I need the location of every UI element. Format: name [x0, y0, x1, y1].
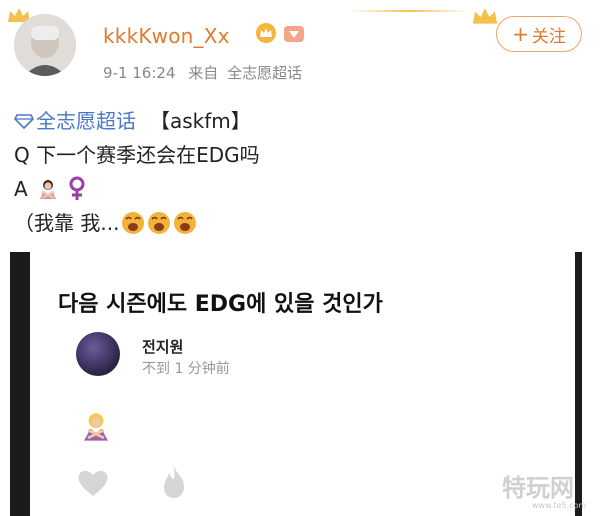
watermark-logo: 特玩网 www.te5.com [502, 474, 586, 510]
username[interactable]: kkkKwon_Xx [103, 24, 230, 48]
askfm-question-title: 다음 시즌에도 EDG에 있을 것인가 [58, 292, 383, 317]
post-timestamp: 9-1 16:24 [103, 64, 176, 82]
askfm-card: 다음 시즌에도 EDG에 있을 것인가 전지원 不到 1 分钟前 [30, 252, 575, 516]
follow-label: 关注 [531, 26, 566, 47]
comment-line: （我靠 我... [14, 211, 120, 235]
super-topic-link[interactable]: 全志愿超话 [14, 104, 136, 138]
heart-icon[interactable] [76, 468, 110, 498]
plus-icon: + [512, 22, 529, 46]
decorative-line [350, 10, 470, 12]
svg-text:www.te5.com: www.te5.com [532, 501, 586, 510]
level-badge-icon[interactable] [283, 24, 305, 44]
question-line: Q 下一个赛季还会在EDG吗 [14, 143, 260, 167]
source-link[interactable]: 全志愿超话 [227, 64, 302, 82]
avatar[interactable] [14, 14, 76, 76]
person-gesturing-no-icon [39, 180, 56, 199]
fire-icon[interactable] [158, 464, 190, 500]
post-meta: 9-1 16:24 来自 全志愿超话 [103, 62, 302, 83]
female-sign-icon [69, 176, 85, 200]
source-prefix: 来自 [188, 64, 219, 82]
embedded-screenshot-card: 다음 시즌에도 EDG에 있을 것인가 전지원 不到 1 分钟前 [10, 252, 582, 516]
askfm-timestamp: 不到 1 分钟前 [142, 361, 230, 377]
super-topic-diamond-icon [14, 114, 34, 129]
super-topic-label: 全志愿超话 [36, 109, 136, 133]
member-crown-icon[interactable] [254, 22, 278, 44]
crown-icon [472, 8, 498, 24]
svg-text:特玩网: 特玩网 [502, 474, 574, 502]
askfm-tag: 【askfm】 [150, 109, 251, 133]
post-body: 全志愿超话 【askfm】 Q 下一个赛季还会在EDG吗 A （我靠 我... [14, 104, 260, 240]
crying-face-icon [122, 212, 197, 234]
person-gesturing-no-icon [84, 413, 108, 441]
follow-button[interactable]: + 关注 [496, 16, 582, 52]
answer-prefix: A [14, 177, 28, 201]
askfm-avatar[interactable] [76, 332, 120, 376]
askfm-author[interactable]: 전지원 [142, 336, 183, 357]
